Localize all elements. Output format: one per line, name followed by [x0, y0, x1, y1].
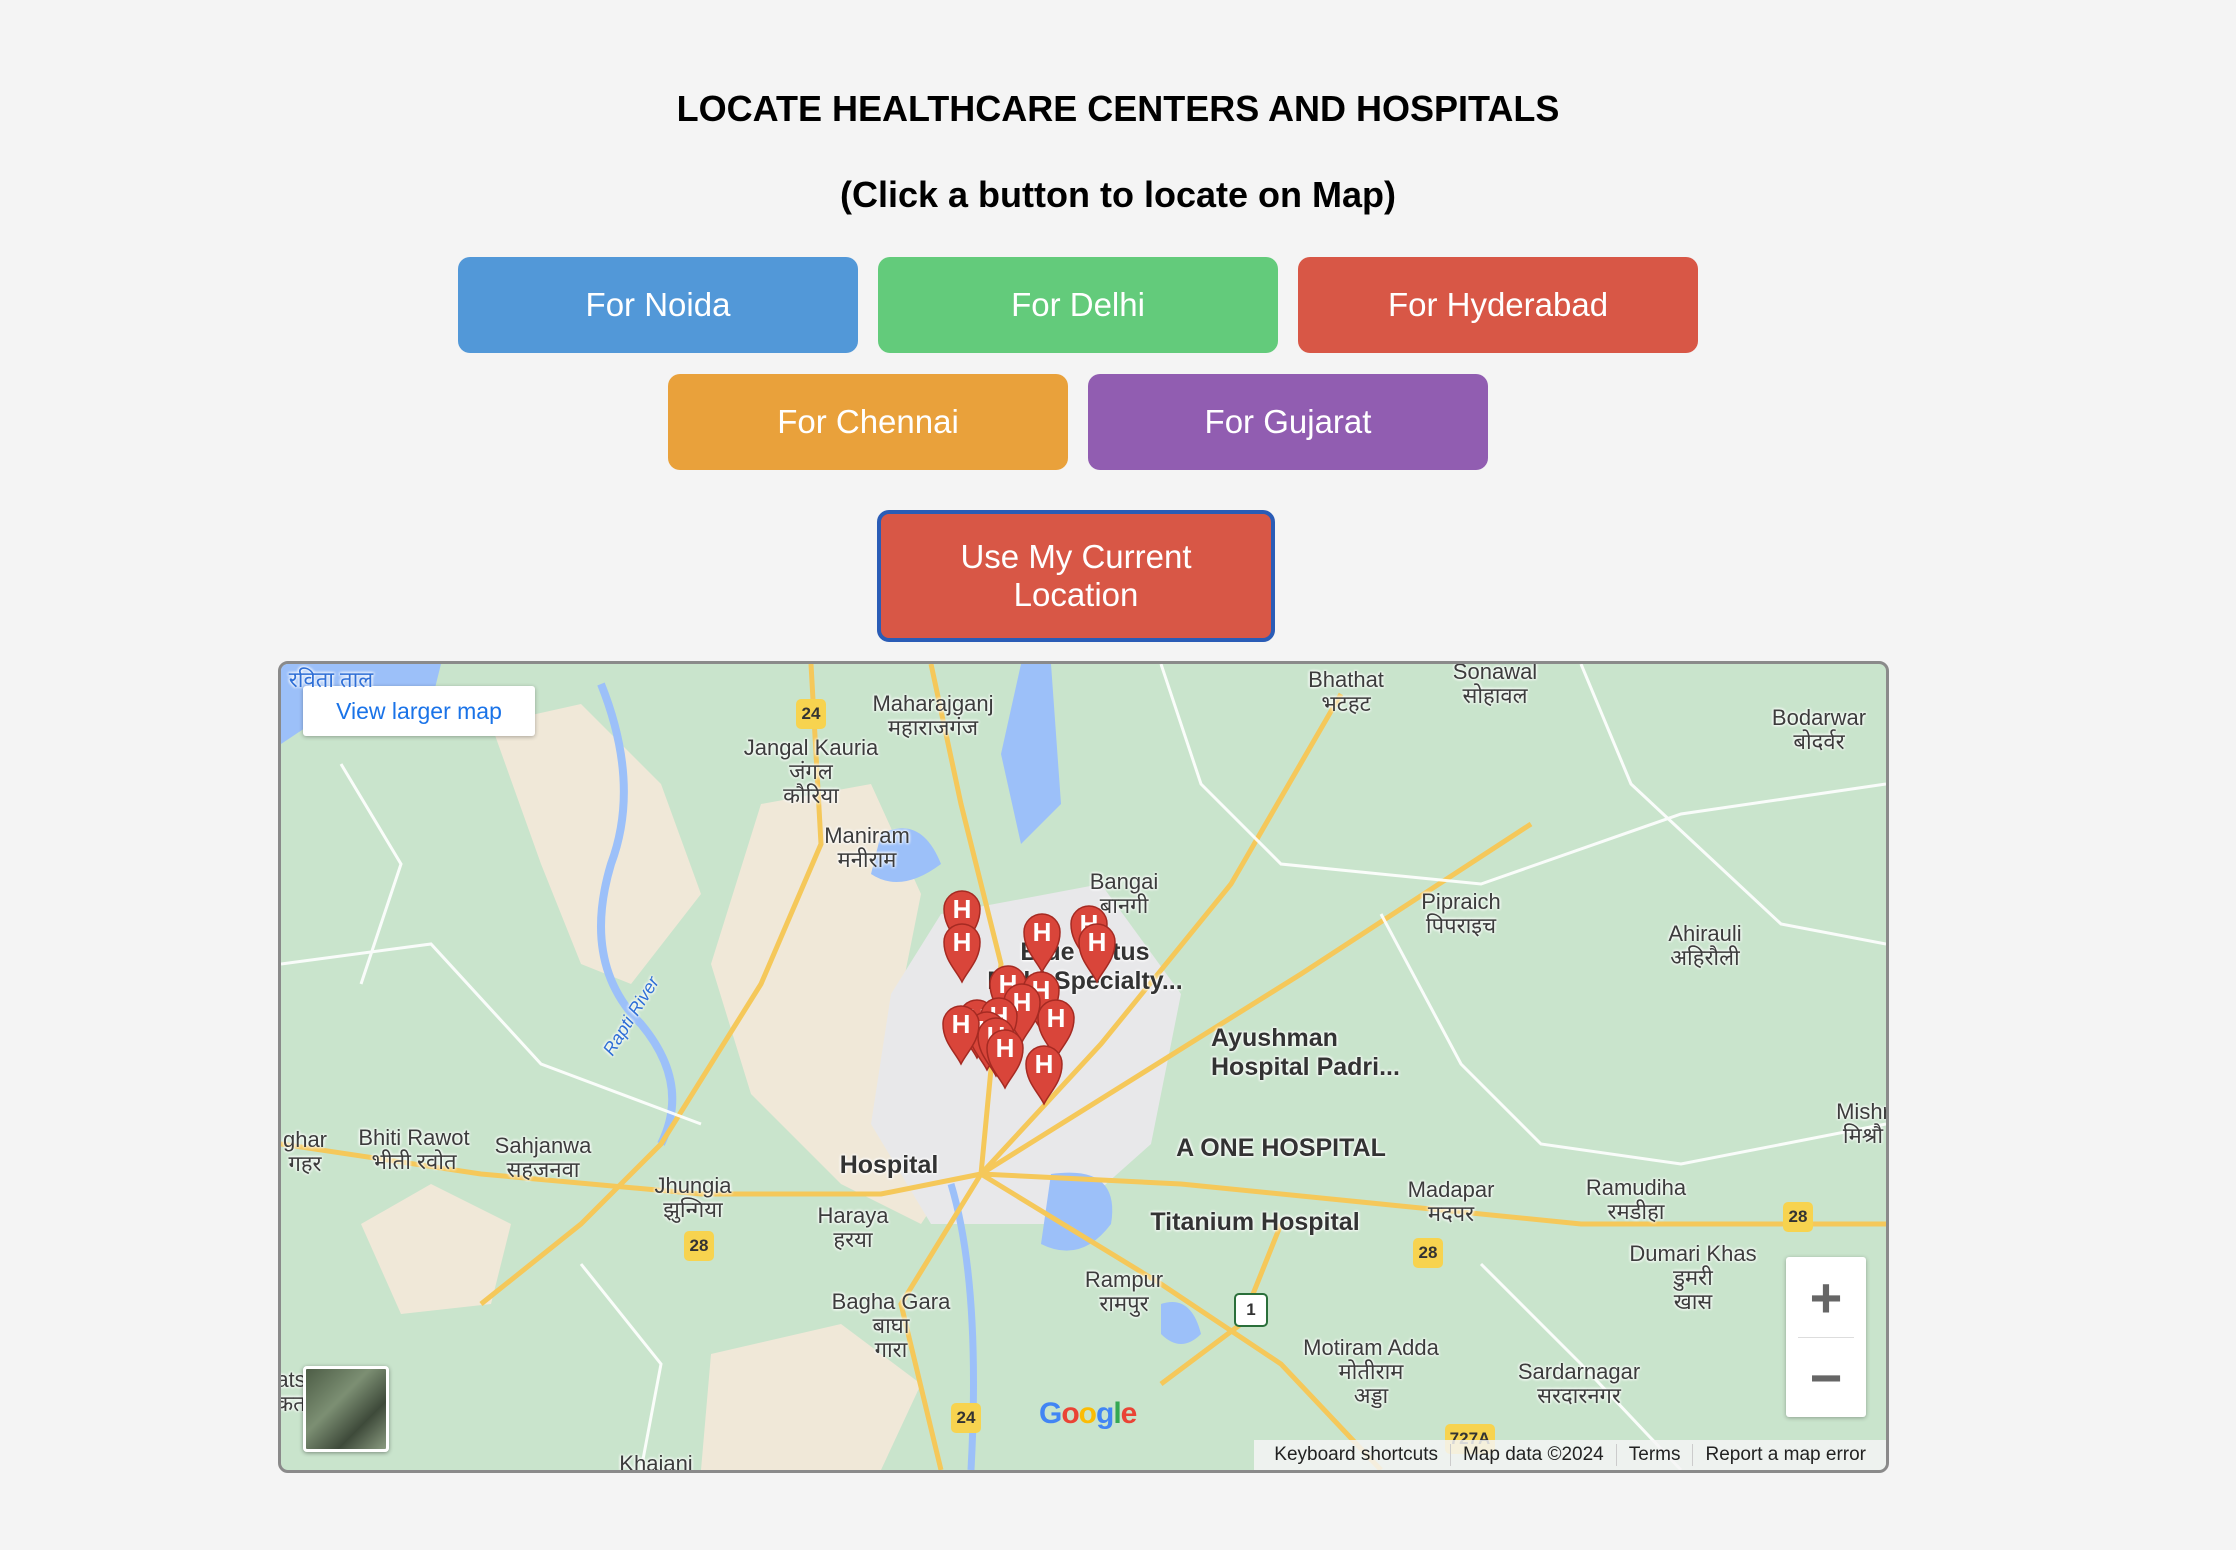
current-location-button[interactable]: Use My Current Location	[877, 510, 1275, 642]
svg-text:H: H	[1035, 1049, 1054, 1079]
svg-text:H: H	[996, 1033, 1015, 1063]
hospital-marker[interactable]: H	[943, 923, 981, 984]
svg-text:H: H	[1033, 917, 1052, 947]
delhi-button[interactable]: For Delhi	[878, 257, 1278, 353]
svg-text:H: H	[953, 927, 972, 957]
map-data-text: Map data ©2024	[1449, 1444, 1616, 1466]
hospital-marker[interactable]: H	[986, 1029, 1024, 1090]
page-title: LOCATE HEALTHCARE CENTERS AND HOSPITALS	[676, 88, 1560, 129]
google-logo: Google	[1039, 1397, 1137, 1430]
zoom-out-button[interactable]: −	[1786, 1337, 1866, 1417]
page-subtitle: (Click a button to locate on Map)	[840, 174, 1396, 215]
hyderabad-button[interactable]: For Hyderabad	[1298, 257, 1698, 353]
hospital-marker[interactable]: H	[1078, 923, 1116, 984]
hospital-marker[interactable]: H	[942, 1005, 980, 1066]
noida-button[interactable]: For Noida	[458, 257, 858, 353]
hospital-marker[interactable]: H	[1025, 1045, 1063, 1106]
hospital-marker[interactable]: H	[1023, 913, 1061, 974]
svg-text:H: H	[1088, 927, 1107, 957]
chennai-button[interactable]: For Chennai	[668, 374, 1068, 470]
svg-text:H: H	[1047, 1003, 1066, 1033]
zoom-in-button[interactable]: +	[1786, 1257, 1866, 1337]
zoom-control: + −	[1786, 1257, 1866, 1417]
svg-text:H: H	[952, 1009, 971, 1039]
map-embed[interactable]: View larger map रविता ताल Bhathat भटहट So…	[278, 661, 1889, 1473]
satellite-toggle[interactable]	[303, 1366, 389, 1452]
hospital-markers: HHHHHHHHHHHHHHHH	[942, 890, 1116, 1106]
map-footer: Keyboard shortcuts Map data ©2024 Terms …	[1254, 1440, 1886, 1470]
keyboard-shortcuts-link[interactable]: Keyboard shortcuts	[1262, 1444, 1450, 1466]
terms-link[interactable]: Terms	[1615, 1444, 1693, 1466]
report-map-error-link[interactable]: Report a map error	[1692, 1444, 1878, 1466]
svg-text:H: H	[953, 894, 972, 924]
gujarat-button[interactable]: For Gujarat	[1088, 374, 1488, 470]
